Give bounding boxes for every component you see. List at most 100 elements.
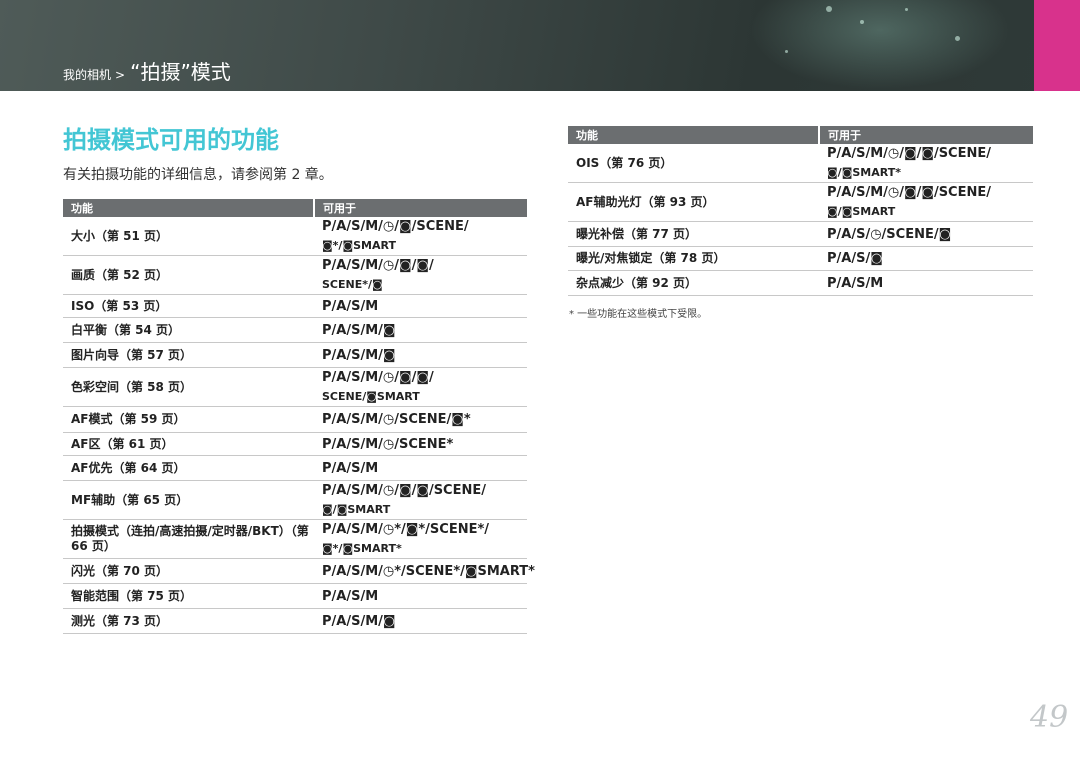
mode-line: P/A/S/M/◷/◙/◙/	[322, 370, 434, 385]
modes-cell: P/A/S/M/◷*/◙*/SCENE*/ ◙*/◙SMART*	[314, 519, 527, 559]
table-row: 曝光补偿（第 77 页） P/A/S/◷/SCENE/◙	[568, 221, 1033, 247]
feature-cell: 图片向导（第 57 页）	[63, 342, 314, 368]
mode-line: P/A/S/M/◷/SCENE*	[322, 436, 454, 452]
mode-line: P/A/S/M/◷*/SCENE*/◙SMART*	[322, 563, 535, 579]
modes-cell: P/A/S/M/◷/◙/◙/ SCENE*/◙	[314, 255, 527, 295]
table-row: AF辅助光灯（第 93 页） P/A/S/M/◷/◙/◙/SCENE/ ◙/◙SMA…	[568, 182, 1033, 222]
breadcrumb-parent: 我的相机	[63, 68, 112, 82]
mode-line: P/A/S/M	[322, 588, 379, 604]
breadcrumb: 我的相机 > “拍摄”模式	[63, 56, 231, 85]
sparkle-decoration	[955, 36, 960, 41]
modes-cell: P/A/S/M	[314, 583, 527, 609]
feature-cell: AF模式（第 59 页）	[63, 406, 314, 433]
column-header-modes: 可用于	[819, 126, 1033, 144]
feature-cell: MF辅助（第 65 页）	[63, 480, 314, 520]
mode-line: P/A/S/M/◷*/◙*/SCENE*/	[322, 522, 490, 537]
modes-cell: P/A/S/M	[314, 294, 527, 318]
modes-cell: P/A/S/M/◷/◙/◙/SCENE/ ◙/◙SMART*	[819, 144, 1033, 183]
table-row: OIS（第 76 页） P/A/S/M/◷/◙/◙/SCENE/ ◙/◙SMART*	[568, 144, 1033, 183]
table-row: 大小（第 51 页） P/A/S/M/◷/◙/SCENE/ ◙*/◙SMART	[63, 217, 527, 256]
modes-cell: P/A/S/M	[314, 455, 527, 481]
mode-line: P/A/S/M	[322, 460, 379, 476]
header-glow	[750, 0, 1010, 90]
table-row: 白平衡（第 54 页） P/A/S/M/◙	[63, 317, 527, 343]
feature-cell: AF优先（第 64 页）	[63, 455, 314, 481]
table-row: 拍摄模式（连拍/高速拍摄/定时器/BKT）（第 66 页） P/A/S/M/◷*/…	[63, 519, 527, 559]
table-row: MF辅助（第 65 页） P/A/S/M/◷/◙/◙/SCENE/ ◙/◙SMART	[63, 480, 527, 520]
table-row: 曝光/对焦锁定（第 78 页） P/A/S/◙	[568, 246, 1033, 271]
table-row: 杂点减少（第 92 页） P/A/S/M	[568, 270, 1033, 296]
mode-line: P/A/S/M/◷/◙/SCENE/	[322, 219, 469, 234]
mode-line: P/A/S/M	[322, 298, 379, 314]
mode-line: P/A/S/M/◷/◙/◙/SCENE/	[827, 185, 991, 200]
modes-cell: P/A/S/M/◷/◙/SCENE/ ◙*/◙SMART	[314, 217, 527, 256]
mode-line: P/A/S/M/◙	[322, 322, 396, 338]
modes-cell: P/A/S/M/◷/◙/◙/SCENE/ ◙/◙SMART	[314, 480, 527, 520]
table-row: 画质（第 52 页） P/A/S/M/◷/◙/◙/ SCENE*/◙	[63, 255, 527, 295]
table-row: AF优先（第 64 页） P/A/S/M	[63, 455, 527, 481]
modes-cell: P/A/S/M/◷/SCENE/◙*	[314, 406, 527, 433]
mode-line: ◙*/◙SMART*	[322, 542, 402, 555]
feature-cell: 拍摄模式（连拍/高速拍摄/定时器/BKT）（第 66 页）	[63, 519, 314, 559]
mode-line: P/A/S/M/◙	[322, 347, 396, 363]
breadcrumb-current: “拍摄”模式	[130, 60, 231, 84]
page-number: 49	[1030, 700, 1069, 735]
mode-line: SCENE/◙SMART	[322, 390, 420, 403]
feature-cell: 大小（第 51 页）	[63, 217, 314, 256]
mode-line: P/A/S/M/◙	[322, 613, 396, 629]
feature-cell: AF辅助光灯（第 93 页）	[568, 182, 819, 222]
feature-table-left: 功能 可用于 大小（第 51 页） P/A/S/M/◷/◙/SCENE/ ◙*/◙S…	[63, 199, 535, 634]
sparkle-decoration	[826, 6, 832, 12]
breadcrumb-separator: >	[115, 68, 126, 82]
mode-line: SCENE*/◙	[322, 278, 383, 291]
column-header-feature: 功能	[63, 199, 315, 217]
feature-cell: 闪光（第 70 页）	[63, 558, 314, 584]
mode-line: P/A/S/M/◷/◙/◙/SCENE/	[322, 483, 486, 498]
feature-cell: AF区（第 61 页）	[63, 432, 314, 456]
modes-cell: P/A/S/M/◙	[314, 342, 527, 368]
modes-cell: P/A/S/M/◷/◙/◙/ SCENE/◙SMART	[314, 367, 527, 407]
table-row: 测光（第 73 页） P/A/S/M/◙	[63, 608, 527, 634]
modes-cell: P/A/S/M/◷*/SCENE*/◙SMART*	[314, 558, 535, 584]
feature-cell: 智能范围（第 75 页）	[63, 583, 314, 609]
feature-cell: 色彩空间（第 58 页）	[63, 367, 314, 407]
modes-cell: P/A/S/M/◙	[314, 317, 527, 343]
modes-cell: P/A/S/M/◷/SCENE*	[314, 432, 527, 456]
table-row: AF模式（第 59 页） P/A/S/M/◷/SCENE/◙*	[63, 406, 527, 433]
mode-line: ◙/◙SMART	[827, 205, 896, 218]
feature-cell: 白平衡（第 54 页）	[63, 317, 314, 343]
sparkle-decoration	[785, 50, 788, 53]
mode-line: ◙/◙SMART	[322, 503, 391, 516]
modes-cell: P/A/S/◷/SCENE/◙	[819, 221, 1033, 247]
mode-line: P/A/S/M/◷/◙/◙/	[322, 258, 434, 273]
modes-cell: P/A/S/◙	[819, 246, 1033, 271]
mode-line: ◙/◙SMART*	[827, 166, 901, 179]
modes-cell: P/A/S/M/◙	[314, 608, 527, 634]
table-header-row: 功能 可用于	[568, 126, 1033, 144]
feature-cell: ISO（第 53 页）	[63, 294, 314, 318]
footnote: * 一些功能在这些模式下受限。	[569, 309, 708, 320]
table-row: 图片向导（第 57 页） P/A/S/M/◙	[63, 342, 527, 368]
page-header: 我的相机 > “拍摄”模式	[0, 0, 1080, 91]
table-row: 智能范围（第 75 页） P/A/S/M	[63, 583, 527, 609]
table-row: 闪光（第 70 页） P/A/S/M/◷*/SCENE*/◙SMART*	[63, 558, 535, 584]
modes-cell: P/A/S/M	[819, 270, 1033, 296]
modes-cell: P/A/S/M/◷/◙/◙/SCENE/ ◙/◙SMART	[819, 182, 1033, 222]
mode-line: ◙*/◙SMART	[322, 239, 396, 252]
sparkle-decoration	[905, 8, 908, 11]
table-row: 色彩空间（第 58 页） P/A/S/M/◷/◙/◙/ SCENE/◙SMART	[63, 367, 527, 407]
table-row: AF区（第 61 页） P/A/S/M/◷/SCENE*	[63, 432, 527, 456]
sparkle-decoration	[860, 20, 864, 24]
table-header-row: 功能 可用于	[63, 199, 527, 217]
page-title: 拍摄模式可用的功能	[63, 126, 279, 154]
column-header-modes: 可用于	[314, 199, 527, 217]
feature-cell: 测光（第 73 页）	[63, 608, 314, 634]
feature-cell: 曝光补偿（第 77 页）	[568, 221, 819, 247]
chapter-tab	[1034, 0, 1080, 91]
feature-cell: OIS（第 76 页）	[568, 144, 819, 183]
feature-cell: 曝光/对焦锁定（第 78 页）	[568, 246, 819, 271]
mode-line: P/A/S/M	[827, 275, 884, 291]
mode-line: P/A/S/M/◷/SCENE/◙*	[322, 412, 471, 427]
feature-table-right: 功能 可用于 OIS（第 76 页） P/A/S/M/◷/◙/◙/SCENE/ ◙/…	[568, 126, 1033, 296]
mode-line: P/A/S/◙	[827, 251, 883, 266]
